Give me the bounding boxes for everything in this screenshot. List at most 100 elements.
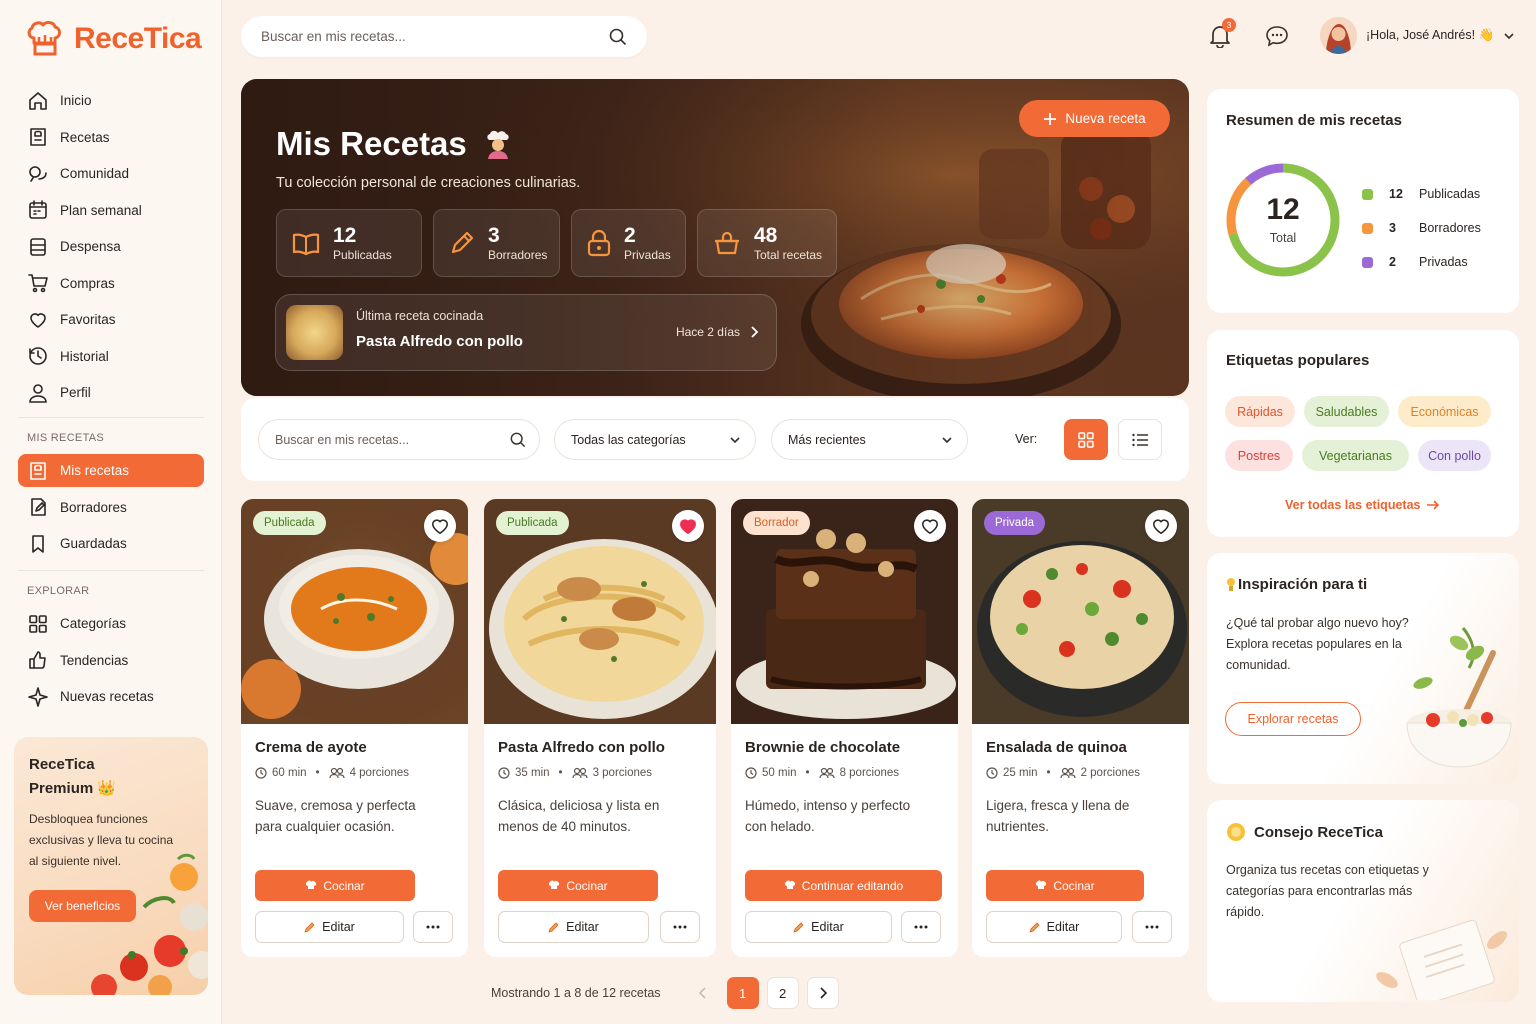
section-title-mis-recetas: MIS RECETAS [27,432,105,444]
sparkle-icon [27,686,49,708]
legend-value: 2 [1389,255,1396,269]
tag-chip[interactable]: Saludables [1304,396,1389,427]
pencil-icon [548,921,560,933]
sidebar-item-label: Inicio [60,93,92,108]
cook-button[interactable]: Cocinar [498,870,658,901]
sidebar-item-borradores[interactable]: Borradores [18,491,204,524]
stat-value: 48 [754,224,778,247]
more-options-button[interactable] [1132,911,1172,943]
tag-chip[interactable]: Postres [1225,440,1293,471]
recipe-meta: 50 min • 8 porciones [745,767,899,779]
sidebar-item-historial[interactable]: Historial [18,340,204,373]
legend-label: Publicadas [1419,187,1481,201]
favorite-button[interactable] [424,510,456,542]
sidebar-item-categorías[interactable]: Categorías [18,607,204,640]
sort-value: Más recientes [788,432,866,447]
more-options-button[interactable] [413,911,453,943]
view-all-tags-label: Ver todas las etiquetas [1285,498,1421,512]
new-recipe-button[interactable]: Nueva receta [1019,100,1170,137]
chat-icon[interactable] [1265,25,1289,47]
tag-chip[interactable]: Rápidas [1225,396,1295,427]
cook-button[interactable]: Cocinar [255,870,415,901]
last-cooked-card[interactable]: Última receta cocinada Pasta Alfredo con… [275,294,777,371]
tag-chip[interactable]: Económicas [1398,396,1491,427]
more-options-button[interactable] [901,911,941,943]
recipe-portions: 2 porciones [1080,767,1141,779]
status-badge: Publicada [496,511,569,535]
sidebar-item-perfil[interactable]: Perfil [18,376,204,409]
recipe-card[interactable]: Publicada Pasta Alfredo con pollo 35 min… [484,499,716,957]
sidebar-item-mis-recetas[interactable]: Mis recetas [18,454,204,487]
stat-label: Privadas [624,248,671,262]
avatar [1320,17,1357,54]
global-search-placeholder: Buscar en mis recetas... [261,29,406,44]
chef-hat-icon [1035,880,1047,891]
recipe-description: Clásica, deliciosa y lista en menos de 4… [498,798,660,834]
sidebar-item-guardadas[interactable]: Guardadas [18,527,204,560]
ellipsis-icon [914,925,928,929]
favorite-button[interactable] [914,510,946,542]
sidebar-item-compras[interactable]: Compras [18,267,204,300]
sidebar-item-recetas[interactable]: Recetas [18,121,204,154]
recipe-description: Suave, cremosa y perfecta para cualquier… [255,798,416,834]
sidebar-item-tendencias[interactable]: Tendencias [18,644,204,677]
people-icon [571,767,588,779]
recipe-card[interactable]: Borrador Brownie de chocolate 50 min • 8… [731,499,958,957]
cook-button[interactable]: Cocinar [986,870,1144,901]
sort-select[interactable]: Más recientes [771,419,968,460]
recipe-meta: 25 min • 2 porciones [986,767,1140,779]
stat-total[interactable]: 48 Total recetas [697,209,837,277]
grid-view-button[interactable] [1064,419,1108,460]
stat-borradores[interactable]: 3 Borradores [433,209,560,277]
explore-recipes-button[interactable]: Explorar recetas [1225,702,1361,736]
prev-page-button[interactable] [687,977,719,1009]
premium-card: ReceTica Premium 👑 Desbloquea funciones … [14,737,208,995]
sidebar-item-plan-semanal[interactable]: Plan semanal [18,194,204,227]
summary-panel: Resumen de mis recetas 12 Total 12 Public… [1207,89,1519,313]
edit-button[interactable]: Editar [745,911,892,943]
legend-item: 12 Publicadas [1362,177,1481,211]
edit-label: Editar [1046,920,1080,934]
legend-swatch [1362,256,1373,268]
sidebar-item-favoritas[interactable]: Favoritas [18,303,204,336]
favorite-button[interactable] [1145,510,1177,542]
global-search-input[interactable]: Buscar en mis recetas... [241,16,647,57]
sidebar-item-label: Guardadas [60,536,127,551]
page-subtitle: Tu colección personal de creaciones culi… [276,175,581,191]
edit-button[interactable]: Editar [255,911,404,943]
sidebar-item-comunidad[interactable]: Comunidad [18,157,204,190]
recipe-card[interactable]: Publicada Crema de ayote 60 min • 4 porc… [241,499,468,957]
my-recipes-nav: MIS RECETAS Mis recetas Borradores Guardad… [18,417,204,717]
summary-legend: 12 Publicadas 3 Borradores 2 Privadas [1362,177,1481,279]
sidebar-item-despensa[interactable]: Despensa [18,230,204,263]
favorite-button[interactable] [672,510,704,542]
recipes-icon [27,126,49,148]
sidebar-item-label: Despensa [60,239,121,254]
recipe-card[interactable]: Privada Ensalada de quinoa 25 min • 2 po… [972,499,1189,957]
page-1-button[interactable]: 1 [726,977,759,1009]
sidebar-item-nuevas-recetas[interactable]: Nuevas recetas [18,680,204,713]
edit-button[interactable]: Editar [498,911,649,943]
edit-button[interactable]: Editar [986,911,1122,943]
stat-privadas[interactable]: 2 Privadas [571,209,686,277]
page-2-button[interactable]: 2 [766,977,799,1009]
stat-publicadas[interactable]: 12 Publicadas [276,209,422,277]
continue-editing-button[interactable]: Continuar editando [745,870,942,901]
view-all-tags-link[interactable]: Ver todas las etiquetas [1285,498,1440,512]
tag-chip[interactable]: Con pollo [1418,440,1491,471]
thumbs-up-icon [27,649,49,671]
recipe-search-input[interactable]: Buscar en mis recetas... [258,419,540,460]
sidebar-item-label: Nuevas recetas [60,689,154,704]
logo[interactable]: ReceTica [24,18,202,60]
user-menu[interactable]: ¡Hola, José Andrés! 👋 [1320,17,1515,54]
next-page-button[interactable] [806,977,839,1009]
recipe-description: Húmedo, intenso y perfecto con helado. [745,798,911,834]
premium-benefits-button[interactable]: Ver beneficios [29,890,136,922]
sidebar-item-inicio[interactable]: Inicio [18,84,204,117]
lock-icon [586,229,612,257]
chef-hat-icon [305,880,317,891]
more-options-button[interactable] [660,911,700,943]
list-view-button[interactable] [1118,419,1162,460]
category-select[interactable]: Todas las categorías [554,419,756,460]
tag-chip[interactable]: Vegetarianas [1302,440,1409,471]
